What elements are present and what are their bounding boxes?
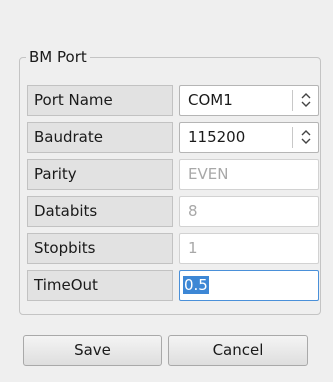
cancel-button[interactable]: Cancel xyxy=(168,335,308,366)
databits-field: 8 xyxy=(179,196,319,227)
timeout-label: TimeOut xyxy=(27,270,173,301)
port-name-combobox[interactable]: COM1 xyxy=(179,85,319,116)
field-row-baudrate: Baudrate 115200 xyxy=(27,122,319,153)
parity-label: Parity xyxy=(27,159,173,190)
field-row-timeout: TimeOut 0.5 xyxy=(27,270,319,301)
up-down-arrows-icon[interactable] xyxy=(292,90,318,111)
stopbits-field: 1 xyxy=(179,233,319,264)
field-row-port-name: Port Name COM1 xyxy=(27,85,319,116)
timeout-selected-text: 0.5 xyxy=(183,276,209,294)
stopbits-label: Stopbits xyxy=(27,233,173,264)
baudrate-combobox[interactable]: 115200 xyxy=(179,122,319,153)
field-row-parity: Parity EVEN xyxy=(27,159,319,190)
field-row-databits: Databits 8 xyxy=(27,196,319,227)
up-down-arrows-icon[interactable] xyxy=(292,127,318,148)
save-button[interactable]: Save xyxy=(23,335,162,366)
baudrate-label: Baudrate xyxy=(27,122,173,153)
port-name-value: COM1 xyxy=(188,91,233,109)
group-title: BM Port xyxy=(26,48,90,66)
port-name-label: Port Name xyxy=(27,85,173,116)
databits-label: Databits xyxy=(27,196,173,227)
parity-field: EVEN xyxy=(179,159,319,190)
timeout-input[interactable]: 0.5 xyxy=(179,270,319,301)
field-row-stopbits: Stopbits 1 xyxy=(27,233,319,264)
baudrate-value: 115200 xyxy=(188,128,246,146)
